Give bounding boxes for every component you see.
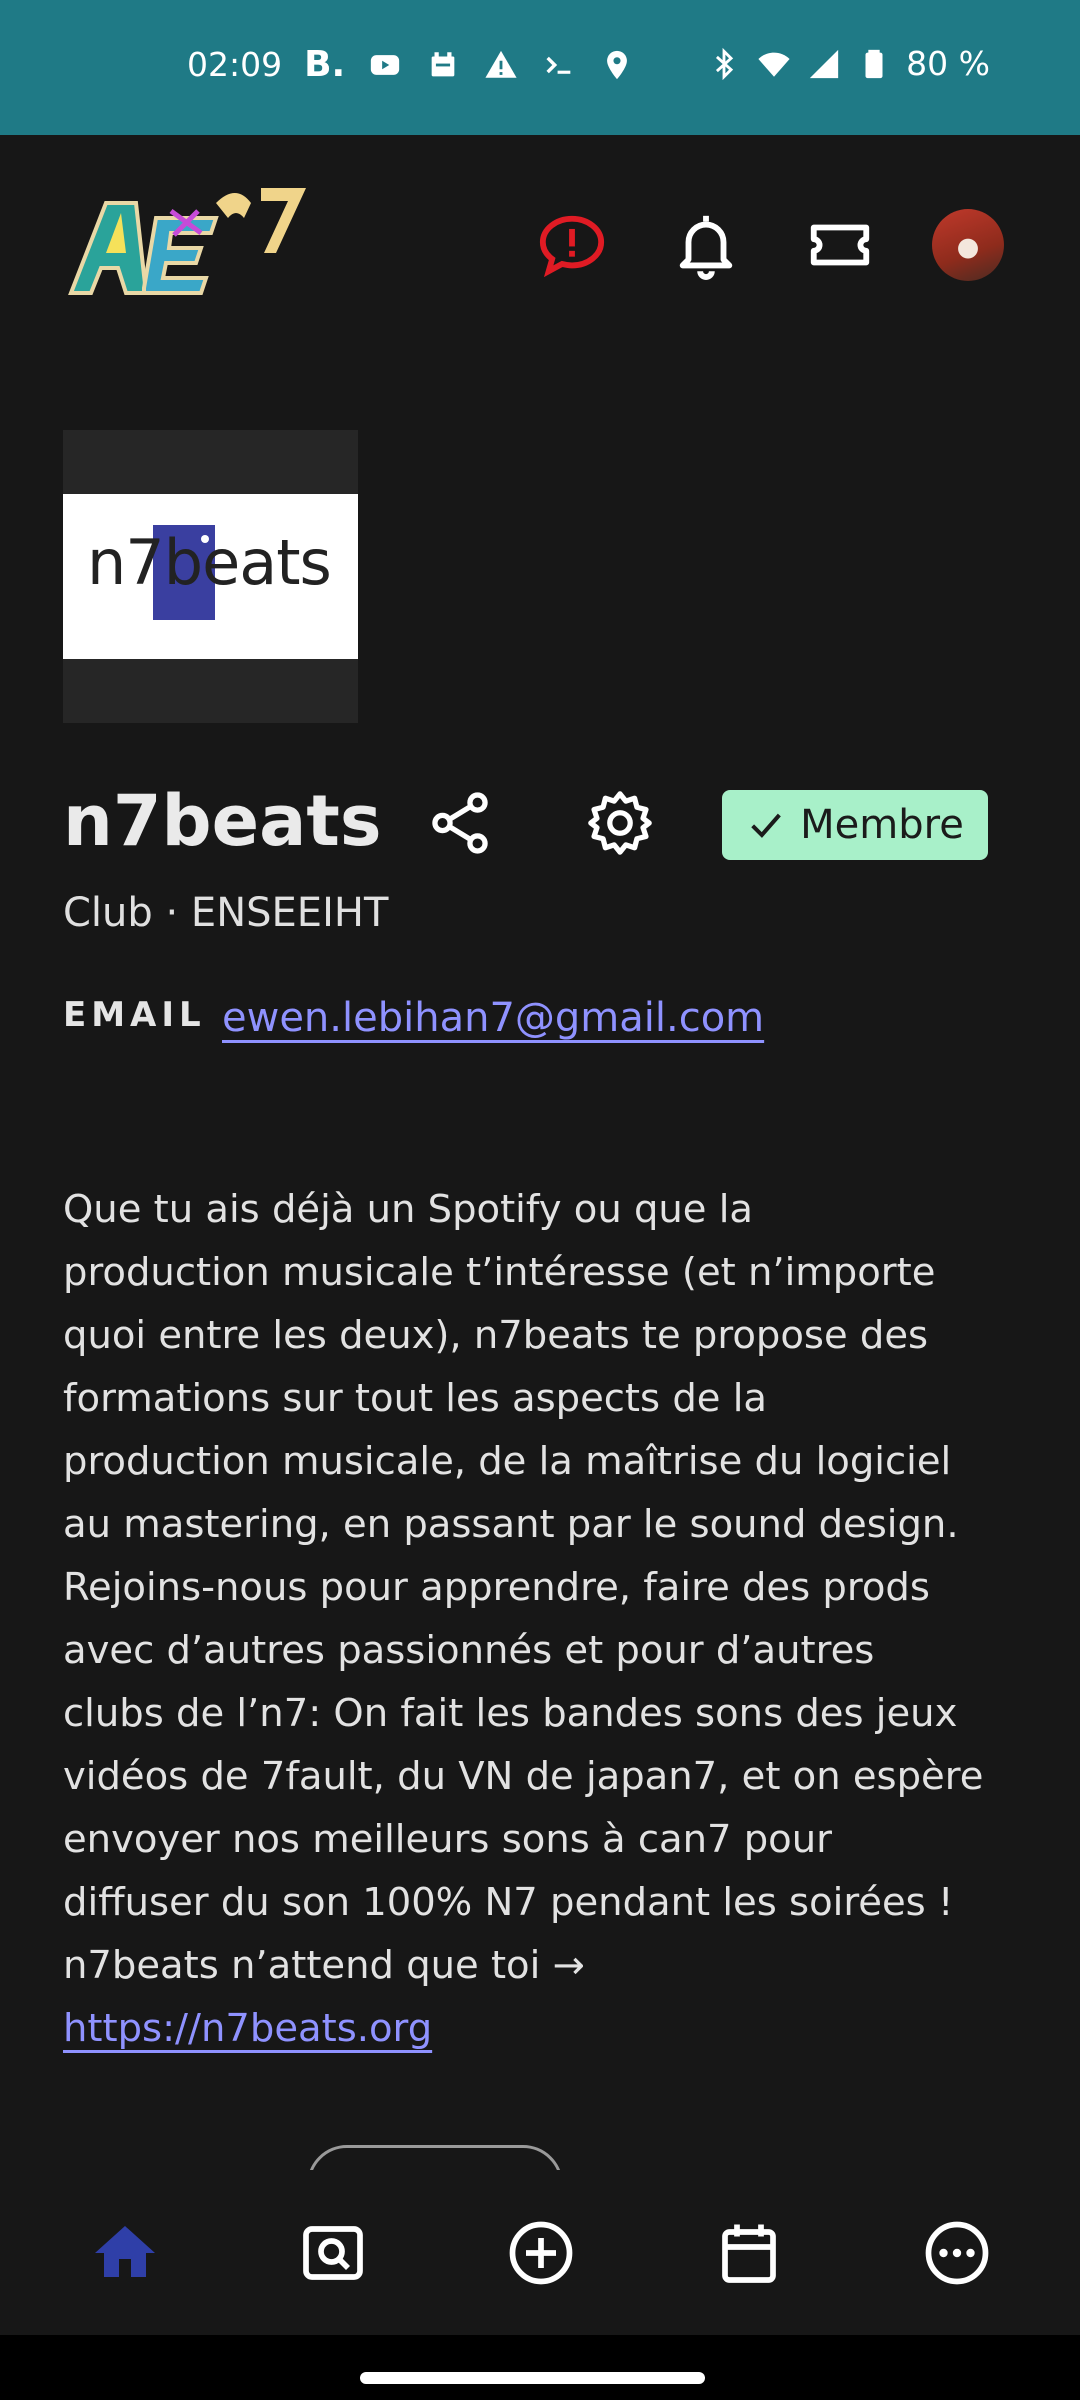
add-circle-icon — [509, 2221, 573, 2285]
club-name: n7beats — [63, 780, 382, 862]
gesture-area — [0, 2335, 1080, 2400]
club-logo-image: n7beats — [63, 430, 358, 723]
wifi-icon — [756, 46, 792, 82]
settings-button[interactable] — [585, 788, 655, 858]
status-time: 02:09 — [187, 45, 283, 84]
website-link[interactable]: https://n7beats.org — [63, 2006, 432, 2051]
description-line: Que tu ais déjà un Spotify ou que la — [63, 1187, 754, 1232]
description-line: avec d’autres passionnés et pour d’autre… — [63, 1628, 875, 1673]
home-icon — [95, 2226, 155, 2277]
nav-add[interactable] — [496, 2208, 586, 2298]
battery-icon — [856, 46, 892, 82]
email-label: EMAIL — [63, 995, 206, 1035]
check-icon — [751, 813, 782, 838]
calendar-icon — [722, 2224, 776, 2283]
nav-home[interactable] — [80, 2208, 170, 2298]
report-bug-icon[interactable] — [532, 205, 612, 285]
description-line: n7beats n’attend que toi → — [63, 1943, 585, 1988]
status-bar-left: 02:09 B. — [187, 44, 635, 85]
notifications-icon[interactable] — [666, 205, 746, 285]
nav-more[interactable] — [912, 2208, 1002, 2298]
youtube-icon — [367, 47, 403, 83]
gear-icon — [588, 791, 652, 855]
description-line: quoi entre les deux), n7beats te propose… — [63, 1313, 929, 1358]
club-description: Que tu ais déjà un Spotify ou que la pro… — [63, 1178, 1023, 2060]
description-line: vidéos de 7fault, du VN de japan7, et on… — [63, 1754, 984, 1799]
terminal-icon — [541, 47, 577, 83]
status-bar: 02:09 B. 80 % — [0, 0, 1080, 135]
more-icon — [925, 2221, 989, 2285]
club-logo-text: n7beats — [87, 526, 332, 599]
share-button[interactable] — [425, 788, 495, 858]
nav-search[interactable] — [288, 2208, 378, 2298]
share-icon — [432, 792, 488, 854]
app-bar — [0, 135, 1080, 355]
bottom-navigation — [0, 2170, 1080, 2335]
nav-calendar[interactable] — [704, 2208, 794, 2298]
description-line: diffuser du son 100% N7 pendant les soir… — [63, 1880, 954, 1925]
status-bar-right: 80 % — [706, 44, 990, 83]
battery-level: 80 % — [906, 44, 990, 83]
description-line: au mastering, en passant par le sound de… — [63, 1502, 959, 1547]
description-line: production musicale, de la maîtrise du l… — [63, 1439, 952, 1484]
member-status-label: Membre — [800, 802, 964, 848]
description-line: envoyer nos meilleurs sons à can7 pour — [63, 1817, 832, 1862]
member-status-button[interactable]: Membre — [722, 790, 988, 860]
avatar[interactable] — [932, 209, 1004, 281]
calendar-icon — [425, 47, 461, 83]
signal-icon — [806, 46, 842, 82]
club-subtitle: Club · ENSEEIHT — [63, 890, 389, 936]
description-line: formations sur tout les aspects de la — [63, 1376, 767, 1421]
description-line: Rejoins-nous pour apprendre, faire des p… — [63, 1565, 930, 1610]
description-line: clubs de l’n7: On fait les bandes sons d… — [63, 1691, 958, 1736]
bluetooth-icon — [706, 46, 742, 82]
b-icon: B. — [304, 44, 346, 85]
description-line: production musicale t’intéresse (et n’im… — [63, 1250, 936, 1295]
app-logo[interactable] — [66, 173, 316, 313]
ticket-icon[interactable] — [800, 205, 880, 285]
warning-icon — [483, 47, 519, 83]
search-page-icon — [303, 2226, 363, 2280]
email-link[interactable]: ewen.lebihan7@gmail.com — [222, 995, 764, 1041]
gesture-handle[interactable] — [360, 2372, 705, 2384]
location-icon — [599, 47, 635, 83]
